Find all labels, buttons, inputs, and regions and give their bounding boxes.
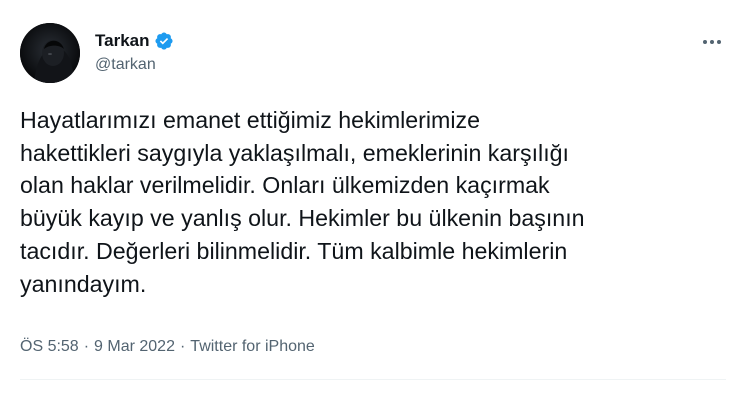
more-dot [710, 40, 714, 44]
tweet-source[interactable]: Twitter for iPhone [190, 338, 315, 356]
tweet-text: Hayatlarımızı emanet ettiğimiz hekimleri… [20, 107, 585, 297]
tweet-card: Tarkan @tarkan Hayatlarımızı emanet etti… [0, 0, 738, 406]
divider [20, 379, 726, 380]
author-name[interactable]: Tarkan [95, 31, 150, 51]
author-name-row[interactable]: Tarkan [95, 30, 174, 52]
more-horizontal-icon [703, 40, 707, 44]
tweet-meta: ÖS 5:58 · 9 Mar 2022 · Twitter for iPhon… [20, 336, 315, 358]
author-handle[interactable]: @tarkan [95, 56, 156, 74]
tweet-time[interactable]: ÖS 5:58 [20, 338, 79, 356]
more-dot [717, 40, 721, 44]
tweet-date[interactable]: 9 Mar 2022 [94, 338, 175, 356]
more-options-button[interactable] [694, 24, 730, 60]
avatar[interactable] [20, 23, 80, 83]
meta-separator: · [179, 338, 186, 355]
verified-badge-icon [154, 31, 174, 51]
meta-separator: · [83, 338, 90, 355]
